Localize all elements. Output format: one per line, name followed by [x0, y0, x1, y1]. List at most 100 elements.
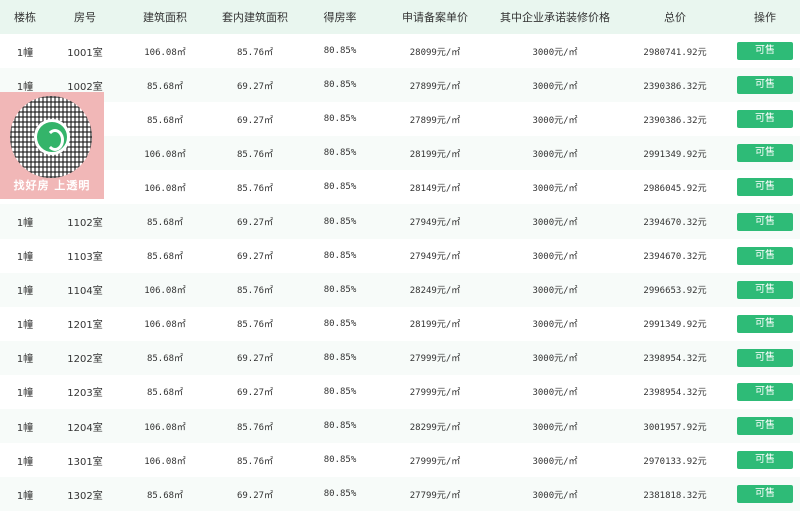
available-button[interactable]: 可售 [737, 212, 793, 231]
cell-total-price: 3001957.92元 [643, 422, 707, 433]
cell-unit-price: 27999元/㎡ [409, 456, 461, 467]
table-row: 1幢 1201室 106.08㎡ 85.76㎡ 80.85% 28199元/㎡ 3000元/… [0, 306, 800, 341]
header-unit-price: 申请备案单价 [402, 11, 468, 24]
cell-unit-price: 27999元/㎡ [409, 388, 461, 399]
available-button[interactable]: 可售 [737, 382, 793, 401]
available-button[interactable]: 可售 [737, 314, 793, 333]
cell-total-price: 2390386.32元 [643, 81, 707, 92]
cell-total-price: 2991349.92元 [643, 320, 707, 331]
cell-inner-area: 69.27㎡ [236, 388, 274, 399]
cell-action: 可售 [730, 68, 800, 102]
cell-room: 1001室 [67, 47, 103, 59]
cell-unit-price: 27949元/㎡ [409, 252, 461, 263]
available-button[interactable]: 可售 [737, 485, 793, 504]
cell-rate: 80.85% [323, 216, 357, 227]
cell-decoration-price: 3000元/㎡ [532, 115, 578, 126]
cell-total-price: 2986045.92元 [643, 183, 707, 194]
cell-rate: 80.85% [323, 318, 357, 329]
table-row: 1幢 1102室 85.68㎡ 69.27㎡ 80.85% 27949元/㎡ 3000元/㎡… [0, 204, 800, 239]
cell-action: 可售 [730, 477, 800, 511]
cell-building: 1幢 [16, 354, 34, 366]
cell-building: 1幢 [16, 320, 34, 332]
cell-unit-price: 27949元/㎡ [409, 218, 461, 229]
cell-inner-area: 69.27㎡ [236, 81, 274, 92]
header-total-price: 总价 [664, 11, 686, 24]
cell-rate: 80.85% [323, 421, 357, 432]
cell-decoration-price: 3000元/㎡ [532, 388, 578, 399]
cell-rate: 80.85% [323, 80, 357, 91]
cell-decoration-price: 3000元/㎡ [532, 354, 578, 365]
available-button[interactable]: 可售 [737, 76, 793, 95]
cell-building: 1幢 [16, 218, 34, 230]
cell-area: 85.68㎡ [146, 388, 184, 399]
cell-area: 85.68㎡ [146, 490, 184, 501]
header-building: 楼栋 [14, 11, 36, 24]
available-button[interactable]: 可售 [737, 178, 793, 197]
cell-inner-area: 69.27㎡ [236, 354, 274, 365]
cell-building: 1幢 [16, 252, 34, 264]
cell-total-price: 2394670.32元 [643, 218, 707, 229]
table-row: 1幢1101室106.08㎡85.76㎡80.85%28149元/㎡3000元/… [0, 170, 800, 205]
cell-total-price: 2394670.32元 [643, 252, 707, 263]
cell-decoration-price: 3000元/㎡ [532, 81, 578, 92]
cell-unit-price: 27799元/㎡ [409, 490, 461, 501]
table-row: 1幢 1104室 106.08㎡ 85.76㎡ 80.85% 28249元/㎡ 3000元/… [0, 272, 800, 307]
cell-unit-price: 28299元/㎡ [409, 422, 461, 433]
cell-total-price: 2996653.92元 [643, 286, 707, 297]
cell-rate: 80.85% [323, 386, 357, 397]
cell-total-price: 2398954.32元 [643, 388, 707, 399]
cell-total-price: 2980741.92元 [643, 47, 707, 58]
cell-area: 85.68㎡ [146, 354, 184, 365]
available-button[interactable]: 可售 [737, 42, 793, 61]
available-button[interactable]: 可售 [737, 348, 793, 367]
available-button[interactable]: 可售 [737, 110, 793, 129]
cell-inner-area: 85.76㎡ [236, 422, 274, 433]
cell-unit-price: 27999元/㎡ [409, 354, 461, 365]
cell-decoration-price: 3000元/㎡ [532, 183, 578, 194]
cell-area: 106.08㎡ [144, 47, 186, 58]
cell-inner-area: 69.27㎡ [236, 490, 274, 501]
cell-rate: 80.85% [323, 455, 357, 466]
table-row: 1幢1003室85.68㎡69.27㎡80.85%27899元/㎡3000元/㎡… [0, 102, 800, 137]
cell-rate: 80.85% [323, 352, 357, 363]
table-row: 1幢 1202室 85.68㎡ 69.27㎡ 80.85% 27999元/㎡ 3000元/㎡… [0, 340, 800, 375]
qr-caption: 找好房 上透明 [13, 179, 91, 192]
cell-building: 1幢 [16, 422, 34, 434]
cell-action: 可售 [730, 307, 800, 341]
cell-area: 106.08㎡ [144, 286, 186, 297]
cell-inner-area: 85.76㎡ [236, 286, 274, 297]
cell-inner-area: 85.76㎡ [236, 47, 274, 58]
header-row: 楼栋 房号 建筑面积 套内建筑面积 得房率 申请备案单价 其中企业承诺装修价格 … [0, 0, 800, 34]
available-button[interactable]: 可售 [737, 417, 793, 436]
table-body: 1幢 1001室 106.08㎡ 85.76㎡ 80.85% 28099元/㎡ 3000元/… [0, 34, 800, 511]
cell-room: 1204室 [67, 422, 103, 434]
cell-unit-price: 28199元/㎡ [409, 149, 461, 160]
available-button[interactable]: 可售 [737, 246, 793, 265]
cell-area: 106.08㎡ [144, 149, 186, 160]
available-button[interactable]: 可售 [737, 280, 793, 299]
cell-room: 1301室 [67, 456, 103, 468]
cell-action: 可售 [730, 273, 800, 307]
available-button[interactable]: 可售 [737, 144, 793, 163]
cell-total-price: 2390386.32元 [643, 115, 707, 126]
table-header: 楼栋 房号 建筑面积 套内建筑面积 得房率 申请备案单价 其中企业承诺装修价格 … [0, 0, 800, 34]
cell-room: 1102室 [67, 218, 103, 230]
cell-area: 85.68㎡ [146, 252, 184, 263]
table-row: 1幢 1203室 85.68㎡ 69.27㎡ 80.85% 27999元/㎡ 3000元/㎡… [0, 374, 800, 410]
cell-room: 1302室 [67, 490, 103, 502]
cell-room: 1104室 [67, 286, 103, 298]
available-button[interactable]: 可售 [737, 451, 793, 470]
cell-action: 可售 [730, 204, 800, 238]
table-row: 1幢 1002室 85.68㎡ 69.27㎡ 80.85% 27899元/㎡ 3000元/㎡… [0, 68, 800, 103]
qr-code-overlay[interactable]: 找好房 上透明 [0, 92, 104, 199]
cell-inner-area: 85.76㎡ [236, 320, 274, 331]
cell-action: 可售 [730, 375, 800, 409]
cell-decoration-price: 3000元/㎡ [532, 252, 578, 263]
cell-action: 可售 [730, 409, 800, 443]
cell-area: 85.68㎡ [146, 81, 184, 92]
cell-building: 1幢 [16, 388, 34, 400]
cell-decoration-price: 3000元/㎡ [532, 456, 578, 467]
cell-rate: 80.85% [323, 182, 357, 193]
cell-decoration-price: 3000元/㎡ [532, 47, 578, 58]
cell-rate: 80.85% [323, 148, 357, 159]
